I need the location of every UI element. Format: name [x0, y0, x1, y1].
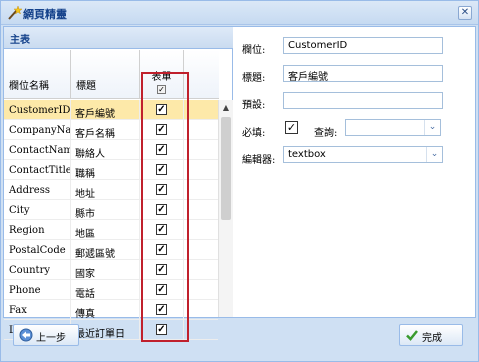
chevron-down-icon: ⌄ [426, 147, 442, 162]
form-cell: ✓ [140, 220, 184, 240]
form-cell: ✓ [140, 300, 184, 320]
dialog-footer: 上一步 完成 [1, 319, 478, 361]
form-checkbox[interactable]: ✓ [156, 124, 167, 135]
form-cell: ✓ [140, 280, 184, 300]
form-cell: ✓ [140, 200, 184, 220]
title-cell: 客戶編號 [71, 100, 140, 120]
field-name-cell: Region [4, 220, 71, 240]
field-name-cell: Address [4, 180, 71, 200]
table-row[interactable]: PostalCode 郵遞區號 ✓ [4, 240, 218, 260]
form-checkbox[interactable]: ✓ [156, 244, 167, 255]
default-input[interactable] [283, 92, 443, 109]
form-checkbox[interactable]: ✓ [156, 164, 167, 175]
table-row[interactable]: Region 地區 ✓ [4, 220, 218, 240]
default-label: 預設: [242, 100, 266, 111]
title-cell: 客戶名稱 [71, 120, 140, 140]
title-bar[interactable]: 網頁精靈 ✕ [1, 1, 478, 25]
chevron-down-icon: ⌄ [424, 120, 440, 135]
close-button[interactable]: ✕ [458, 6, 472, 20]
form-cell: ✓ [140, 240, 184, 260]
query-label: 查詢: [314, 128, 338, 139]
title-cell: 電話 [71, 280, 140, 300]
form-checkbox[interactable]: ✓ [156, 284, 167, 295]
title-cell: 地區 [71, 220, 140, 240]
finish-button[interactable]: 完成 [399, 324, 463, 346]
table-row[interactable]: Country 國家 ✓ [4, 260, 218, 280]
query-select[interactable]: ⌄ [345, 119, 441, 136]
checkmark-icon [406, 330, 418, 341]
title-cell: 職稱 [71, 160, 140, 180]
field-properties-panel: 欄位: CustomerID 標題: 客戶編號 預設: 必填: ✓ 查詢: ⌄ … [234, 27, 476, 317]
field-name-cell: Phone [4, 280, 71, 300]
table-row[interactable]: Fax 傳真 ✓ [4, 300, 218, 320]
form-column-label: 表單 [151, 72, 172, 83]
table-row[interactable]: CustomerID 客戶編號 ✓ [4, 100, 218, 120]
field-name-cell: Country [4, 260, 71, 280]
column-header-form[interactable]: 表單 ✓ [140, 50, 184, 99]
required-label: 必填: [242, 128, 266, 139]
field-name-cell: ContactTitle [4, 160, 71, 180]
wizard-dialog: 網頁精靈 ✕ 主表 欄位名稱 標題 表單 ✓ CustomerID 客戶編號 ✓ Co… [0, 0, 479, 362]
table-row[interactable]: ContactTitle 職稱 ✓ [4, 160, 218, 180]
field-input[interactable]: CustomerID [283, 37, 443, 54]
title-input[interactable]: 客戶編號 [283, 65, 443, 83]
finish-button-label: 完成 [422, 333, 442, 344]
form-cell: ✓ [140, 100, 184, 120]
form-checkbox[interactable]: ✓ [156, 304, 167, 315]
back-button[interactable]: 上一步 [13, 324, 79, 346]
panel-title: 主表 [4, 27, 233, 49]
editor-select[interactable]: textbox ⌄ [283, 146, 443, 163]
column-header-spacer [184, 50, 219, 99]
form-checkbox[interactable]: ✓ [156, 104, 167, 115]
title-cell: 郵遞區號 [71, 240, 140, 260]
table-row[interactable]: Address 地址 ✓ [4, 180, 218, 200]
scroll-up-icon[interactable]: ▲ [219, 100, 233, 115]
back-button-label: 上一步 [36, 333, 66, 344]
title-cell: 傳真 [71, 300, 140, 320]
editor-label: 編輯器: [242, 155, 276, 166]
required-checkbox[interactable]: ✓ [285, 121, 298, 134]
title-cell: 聯絡人 [71, 140, 140, 160]
select-all-checkbox[interactable]: ✓ [157, 85, 166, 94]
field-name-cell: City [4, 200, 71, 220]
table-row[interactable]: Phone 電話 ✓ [4, 280, 218, 300]
column-header-field-name[interactable]: 欄位名稱 [4, 50, 71, 99]
title-cell: 國家 [71, 260, 140, 280]
dialog-body: 主表 欄位名稱 標題 表單 ✓ CustomerID 客戶編號 ✓ CompanyNa… [3, 26, 476, 342]
form-cell: ✓ [140, 140, 184, 160]
window-title: 網頁精靈 [23, 8, 67, 21]
field-label: 欄位: [242, 45, 266, 56]
form-checkbox[interactable]: ✓ [156, 184, 167, 195]
table-row[interactable]: City 縣市 ✓ [4, 200, 218, 220]
field-name-cell: CompanyName [4, 120, 71, 140]
form-checkbox[interactable]: ✓ [156, 264, 167, 275]
table-row[interactable]: ContactName聯絡人 ✓ [4, 140, 218, 160]
form-cell: ✓ [140, 260, 184, 280]
form-checkbox[interactable]: ✓ [156, 224, 167, 235]
title-cell: 地址 [71, 180, 140, 200]
back-arrow-icon [19, 328, 33, 342]
field-name-cell: CustomerID [4, 100, 71, 120]
title-label: 標題: [242, 73, 266, 84]
field-name-cell: ContactName [4, 140, 71, 160]
close-icon: ✕ [460, 7, 470, 18]
field-name-cell: Fax [4, 300, 71, 320]
form-checkbox[interactable]: ✓ [156, 144, 167, 155]
column-header-title[interactable]: 標題 [71, 50, 140, 99]
form-cell: ✓ [140, 180, 184, 200]
field-name-cell: PostalCode [4, 240, 71, 260]
grid-scrollbar[interactable]: ▲ [218, 100, 233, 317]
form-checkbox[interactable]: ✓ [156, 204, 167, 215]
master-table-panel: 主表 欄位名稱 標題 表單 ✓ CustomerID 客戶編號 ✓ CompanyNa… [4, 27, 233, 340]
table-row[interactable]: CompanyName客戶名稱 ✓ [4, 120, 218, 140]
title-cell: 縣市 [71, 200, 140, 220]
form-cell: ✓ [140, 160, 184, 180]
scroll-thumb[interactable] [221, 117, 231, 220]
wand-icon [8, 5, 22, 20]
form-cell: ✓ [140, 120, 184, 140]
